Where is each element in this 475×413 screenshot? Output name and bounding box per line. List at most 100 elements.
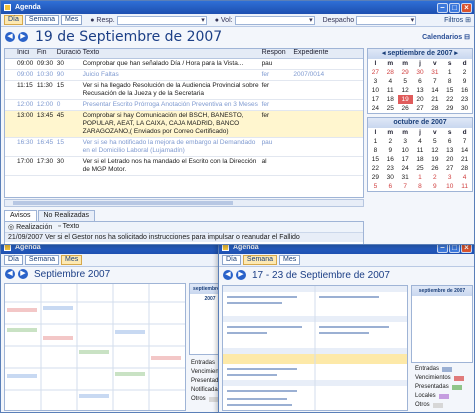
calendar-day[interactable]: 16 bbox=[383, 155, 398, 164]
calendar-day[interactable]: 4 bbox=[413, 137, 428, 146]
view-month-button[interactable]: Mes bbox=[60, 255, 83, 265]
vol-select[interactable] bbox=[234, 15, 315, 25]
calendar-day[interactable]: 26 bbox=[427, 164, 442, 173]
table-row[interactable]: 09:00 09:30 30 Comprobar que han señalado D… bbox=[5, 59, 363, 70]
calendar-day[interactable]: 6 bbox=[413, 77, 428, 86]
table-row[interactable]: 16:30 16:45 15 Ver si se ha notificado la m… bbox=[5, 138, 363, 157]
calendar-day[interactable]: 30 bbox=[457, 104, 472, 113]
filters-button[interactable]: Filtros ⊞ bbox=[444, 16, 471, 25]
tab-no-realizadas[interactable]: No Realizadas bbox=[37, 210, 96, 221]
calendar-day[interactable]: 31 bbox=[427, 68, 442, 77]
calendar-day[interactable]: 22 bbox=[368, 164, 383, 173]
calendar-day[interactable]: 30 bbox=[413, 68, 428, 77]
mini-calendar-header[interactable]: octubre de 2007 bbox=[368, 118, 472, 128]
calendar-day[interactable]: 31 bbox=[398, 173, 413, 182]
view-day-button[interactable]: Día bbox=[222, 255, 241, 265]
calendar-day[interactable]: 16 bbox=[457, 86, 472, 95]
calendar-day[interactable]: 14 bbox=[457, 146, 472, 155]
calendar-day[interactable]: 3 bbox=[442, 173, 457, 182]
calendar-day[interactable]: 19 bbox=[427, 155, 442, 164]
minimize-button[interactable]: – bbox=[437, 2, 448, 13]
tab-avisos[interactable]: Avisos bbox=[4, 210, 37, 221]
calendar-day[interactable]: 28 bbox=[383, 68, 398, 77]
calendar-day[interactable]: 10 bbox=[398, 146, 413, 155]
calendar-day[interactable]: 13 bbox=[442, 146, 457, 155]
calendar-day[interactable]: 18 bbox=[383, 95, 398, 104]
horizontal-scrollbar[interactable] bbox=[4, 199, 364, 207]
column-header[interactable]: Duración bbox=[55, 49, 81, 58]
calendar-day[interactable]: 30 bbox=[383, 173, 398, 182]
calendar-day[interactable]: 9 bbox=[457, 77, 472, 86]
prev-day-button[interactable]: ◀ bbox=[5, 32, 15, 42]
calendar-day[interactable]: 2 bbox=[383, 137, 398, 146]
calendar-day[interactable]: 4 bbox=[457, 173, 472, 182]
view-week-button[interactable]: Semana bbox=[24, 15, 59, 25]
calendar-day[interactable]: 13 bbox=[413, 86, 428, 95]
calendar-day[interactable]: 8 bbox=[442, 77, 457, 86]
calendar-day[interactable]: 29 bbox=[398, 68, 413, 77]
column-header[interactable]: Respon bbox=[260, 49, 292, 58]
calendar-day[interactable]: 3 bbox=[368, 77, 383, 86]
calendar-day[interactable]: 1 bbox=[413, 173, 428, 182]
column-header[interactable]: Fin bbox=[35, 49, 55, 58]
maximize-button[interactable]: □ bbox=[449, 2, 460, 13]
column-header[interactable]: Inici bbox=[15, 49, 35, 58]
calendar-day[interactable]: 3 bbox=[398, 137, 413, 146]
month-grid[interactable] bbox=[4, 283, 186, 411]
calendar-day[interactable]: 25 bbox=[383, 104, 398, 113]
calendar-day[interactable]: 23 bbox=[383, 164, 398, 173]
calendar-day[interactable]: 17 bbox=[398, 155, 413, 164]
calendar-day[interactable]: 9 bbox=[427, 182, 442, 191]
table-row[interactable]: 11:15 11:30 15 Ver si ha llegado Resolución… bbox=[5, 81, 363, 100]
view-month-button[interactable]: Mes bbox=[278, 255, 301, 265]
next-week-button[interactable]: ▶ bbox=[236, 270, 246, 280]
view-week-button[interactable]: Semana bbox=[24, 255, 59, 265]
calendar-day[interactable]: 28 bbox=[457, 164, 472, 173]
calendar-day[interactable]: 8 bbox=[368, 146, 383, 155]
calendar-day[interactable]: 21 bbox=[427, 95, 442, 104]
calendars-toggle[interactable]: Calendarios ⊟ bbox=[422, 33, 470, 41]
calendar-day[interactable]: 7 bbox=[398, 182, 413, 191]
calendar-day[interactable]: 21 bbox=[457, 155, 472, 164]
calendar-day[interactable]: 27 bbox=[413, 104, 428, 113]
calendar-day[interactable]: 19 bbox=[397, 95, 413, 104]
calendar-day[interactable]: 27 bbox=[442, 164, 457, 173]
calendar-day[interactable]: 18 bbox=[413, 155, 428, 164]
calendar-day[interactable]: 12 bbox=[398, 86, 413, 95]
calendar-day[interactable]: 5 bbox=[398, 77, 413, 86]
mini-calendar[interactable]: septiembre de 2007 bbox=[411, 285, 473, 363]
resp-select[interactable] bbox=[116, 15, 207, 25]
calendar-day[interactable]: 23 bbox=[457, 95, 472, 104]
calendar-day[interactable]: 22 bbox=[442, 95, 457, 104]
calendar-day[interactable]: 24 bbox=[398, 164, 413, 173]
calendar-day[interactable]: 15 bbox=[442, 86, 457, 95]
calendar-day[interactable]: 14 bbox=[427, 86, 442, 95]
next-month-button[interactable]: ▶ bbox=[18, 269, 28, 279]
calendar-day[interactable]: 27 bbox=[368, 68, 383, 77]
calendar-day[interactable]: 1 bbox=[442, 68, 457, 77]
texto-header[interactable]: ▫ Texto bbox=[58, 223, 79, 231]
calendar-day[interactable]: 20 bbox=[442, 155, 457, 164]
next-day-button[interactable]: ▶ bbox=[18, 32, 28, 42]
week-grid[interactable] bbox=[222, 285, 408, 411]
calendar-day[interactable]: 5 bbox=[427, 137, 442, 146]
table-row[interactable]: 17:00 17:30 30 Ver si el Letrado nos ha man… bbox=[5, 157, 363, 176]
calendar-day[interactable]: 6 bbox=[442, 137, 457, 146]
calendar-day[interactable]: 5 bbox=[368, 182, 383, 191]
calendar-day[interactable]: 15 bbox=[368, 155, 383, 164]
calendar-day[interactable]: 24 bbox=[368, 104, 383, 113]
calendar-day[interactable]: 28 bbox=[427, 104, 442, 113]
table-row[interactable]: 13:00 13:45 45 Comprobar si hay Comunicació… bbox=[5, 111, 363, 138]
prev-month-button[interactable]: ◀ bbox=[5, 269, 15, 279]
calendar-day[interactable]: 10 bbox=[368, 86, 383, 95]
calendar-day[interactable]: 2 bbox=[427, 173, 442, 182]
view-day-button[interactable]: Día bbox=[4, 255, 23, 265]
column-header[interactable]: Texto bbox=[81, 49, 260, 58]
calendar-day[interactable]: 26 bbox=[398, 104, 413, 113]
calendar-day[interactable]: 20 bbox=[413, 95, 428, 104]
calendar-day[interactable]: 11 bbox=[413, 146, 428, 155]
calendar-day[interactable]: 29 bbox=[368, 173, 383, 182]
calendar-day[interactable]: 9 bbox=[383, 146, 398, 155]
mini-calendar-header[interactable]: ◂ septiembre de 2007 ▸ bbox=[368, 49, 472, 59]
prev-week-button[interactable]: ◀ bbox=[223, 270, 233, 280]
